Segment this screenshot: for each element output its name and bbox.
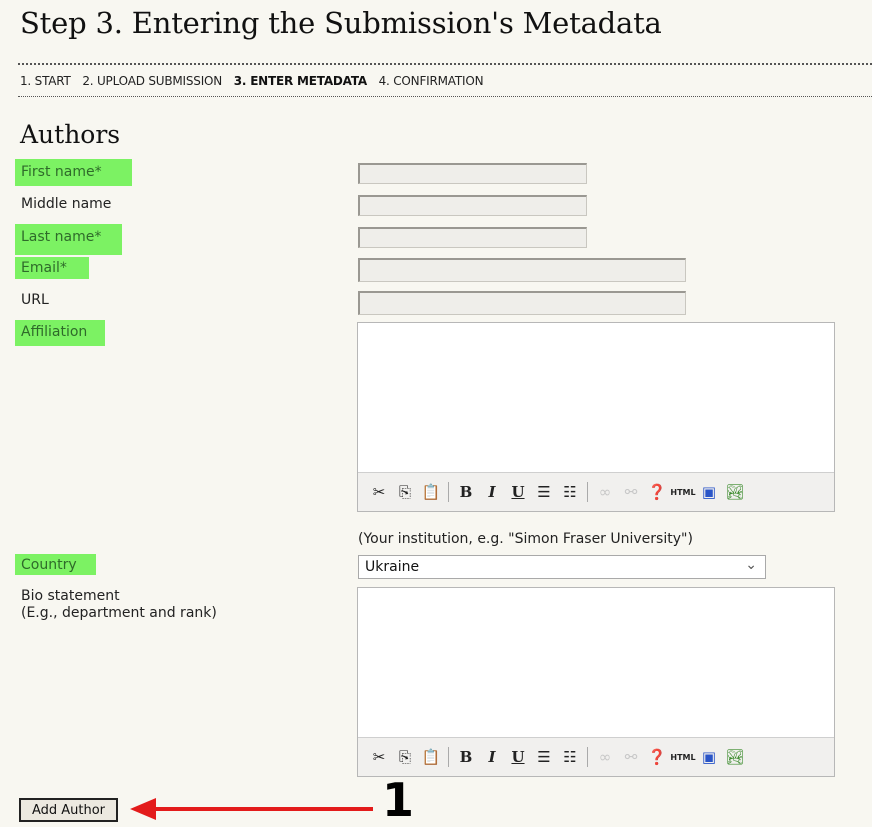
bold-icon[interactable]: B (453, 480, 479, 504)
country-label: Country (21, 557, 77, 573)
annotation-number: 1 (382, 773, 415, 827)
paste-icon[interactable]: 📋 (418, 480, 444, 504)
middle-name-field[interactable] (358, 195, 587, 216)
title-divider (18, 63, 872, 65)
image-icon[interactable]: 🏞 (722, 745, 748, 769)
html-icon[interactable]: HTML (670, 480, 696, 504)
chevron-down-icon: ⌄ (745, 557, 757, 573)
underline-icon[interactable]: U (505, 745, 531, 769)
copy-icon[interactable]: ⎘ (392, 745, 418, 769)
toolbar-separator (448, 482, 449, 502)
affiliation-editor-toolbar: ✂ ⎘ 📋 B I U ☰ ☷ ∞ ⚯ ❓ HTML ▣ 🏞 (358, 472, 834, 511)
html-icon[interactable]: HTML (670, 745, 696, 769)
underline-icon[interactable]: U (505, 480, 531, 504)
bullet-list-icon[interactable]: ☰ (531, 745, 557, 769)
unlink-icon[interactable]: ⚯ (618, 745, 644, 769)
toolbar-separator (587, 747, 588, 767)
affiliation-editor[interactable]: ✂ ⎘ 📋 B I U ☰ ☷ ∞ ⚯ ❓ HTML ▣ 🏞 (357, 322, 835, 512)
last-name-label: Last name* (21, 229, 102, 245)
fullscreen-icon[interactable]: ▣ (696, 745, 722, 769)
email-label: Email* (21, 260, 67, 276)
email-field[interactable] (358, 258, 686, 282)
country-selected-value: Ukraine (365, 559, 420, 575)
fullscreen-icon[interactable]: ▣ (696, 480, 722, 504)
image-icon[interactable]: 🏞 (722, 480, 748, 504)
cut-icon[interactable]: ✂ (366, 480, 392, 504)
bold-icon[interactable]: B (453, 745, 479, 769)
annotation-arrow-icon (130, 798, 373, 820)
add-author-button[interactable]: Add Author (19, 798, 118, 822)
url-field[interactable] (358, 291, 686, 315)
affiliation-hint: (Your institution, e.g. "Simon Fraser Un… (358, 531, 693, 547)
page-title: Step 3. Entering the Submission's Metada… (20, 6, 662, 40)
cut-icon[interactable]: ✂ (366, 745, 392, 769)
breadcrumb-divider (18, 96, 872, 97)
bio-statement-label-hint: (E.g., department and rank) (21, 605, 217, 621)
bio-statement-label: Bio statement (E.g., department and rank… (21, 588, 217, 622)
toolbar-separator (587, 482, 588, 502)
italic-icon[interactable]: I (479, 745, 505, 769)
first-name-label: First name* (21, 164, 102, 180)
step-confirmation: 4. CONFIRMATION (378, 74, 484, 88)
middle-name-label: Middle name (21, 196, 112, 212)
step-enter-metadata: 3. ENTER METADATA (233, 74, 367, 88)
paste-icon[interactable]: 📋 (418, 745, 444, 769)
section-heading-authors: Authors (20, 120, 121, 149)
help-icon[interactable]: ❓ (644, 745, 670, 769)
country-select[interactable]: Ukraine ⌄ (358, 555, 766, 579)
url-label: URL (21, 292, 49, 308)
bullet-list-icon[interactable]: ☰ (531, 480, 557, 504)
affiliation-label: Affiliation (21, 324, 88, 340)
numbered-list-icon[interactable]: ☷ (557, 480, 583, 504)
link-icon[interactable]: ∞ (592, 480, 618, 504)
bio-statement-label-title: Bio statement (21, 588, 120, 604)
link-icon[interactable]: ∞ (592, 745, 618, 769)
unlink-icon[interactable]: ⚯ (618, 480, 644, 504)
step-start[interactable]: 1. START (20, 74, 71, 88)
help-icon[interactable]: ❓ (644, 480, 670, 504)
step-upload-submission[interactable]: 2. UPLOAD SUBMISSION (82, 74, 222, 88)
numbered-list-icon[interactable]: ☷ (557, 745, 583, 769)
toolbar-separator (448, 747, 449, 767)
italic-icon[interactable]: I (479, 480, 505, 504)
step-breadcrumb: 1. START 2. UPLOAD SUBMISSION 3. ENTER M… (20, 74, 491, 88)
first-name-field[interactable] (358, 163, 587, 184)
last-name-field[interactable] (358, 227, 587, 248)
bio-statement-editor[interactable]: ✂ ⎘ 📋 B I U ☰ ☷ ∞ ⚯ ❓ HTML ▣ 🏞 (357, 587, 835, 777)
copy-icon[interactable]: ⎘ (392, 480, 418, 504)
bio-editor-toolbar: ✂ ⎘ 📋 B I U ☰ ☷ ∞ ⚯ ❓ HTML ▣ 🏞 (358, 737, 834, 776)
